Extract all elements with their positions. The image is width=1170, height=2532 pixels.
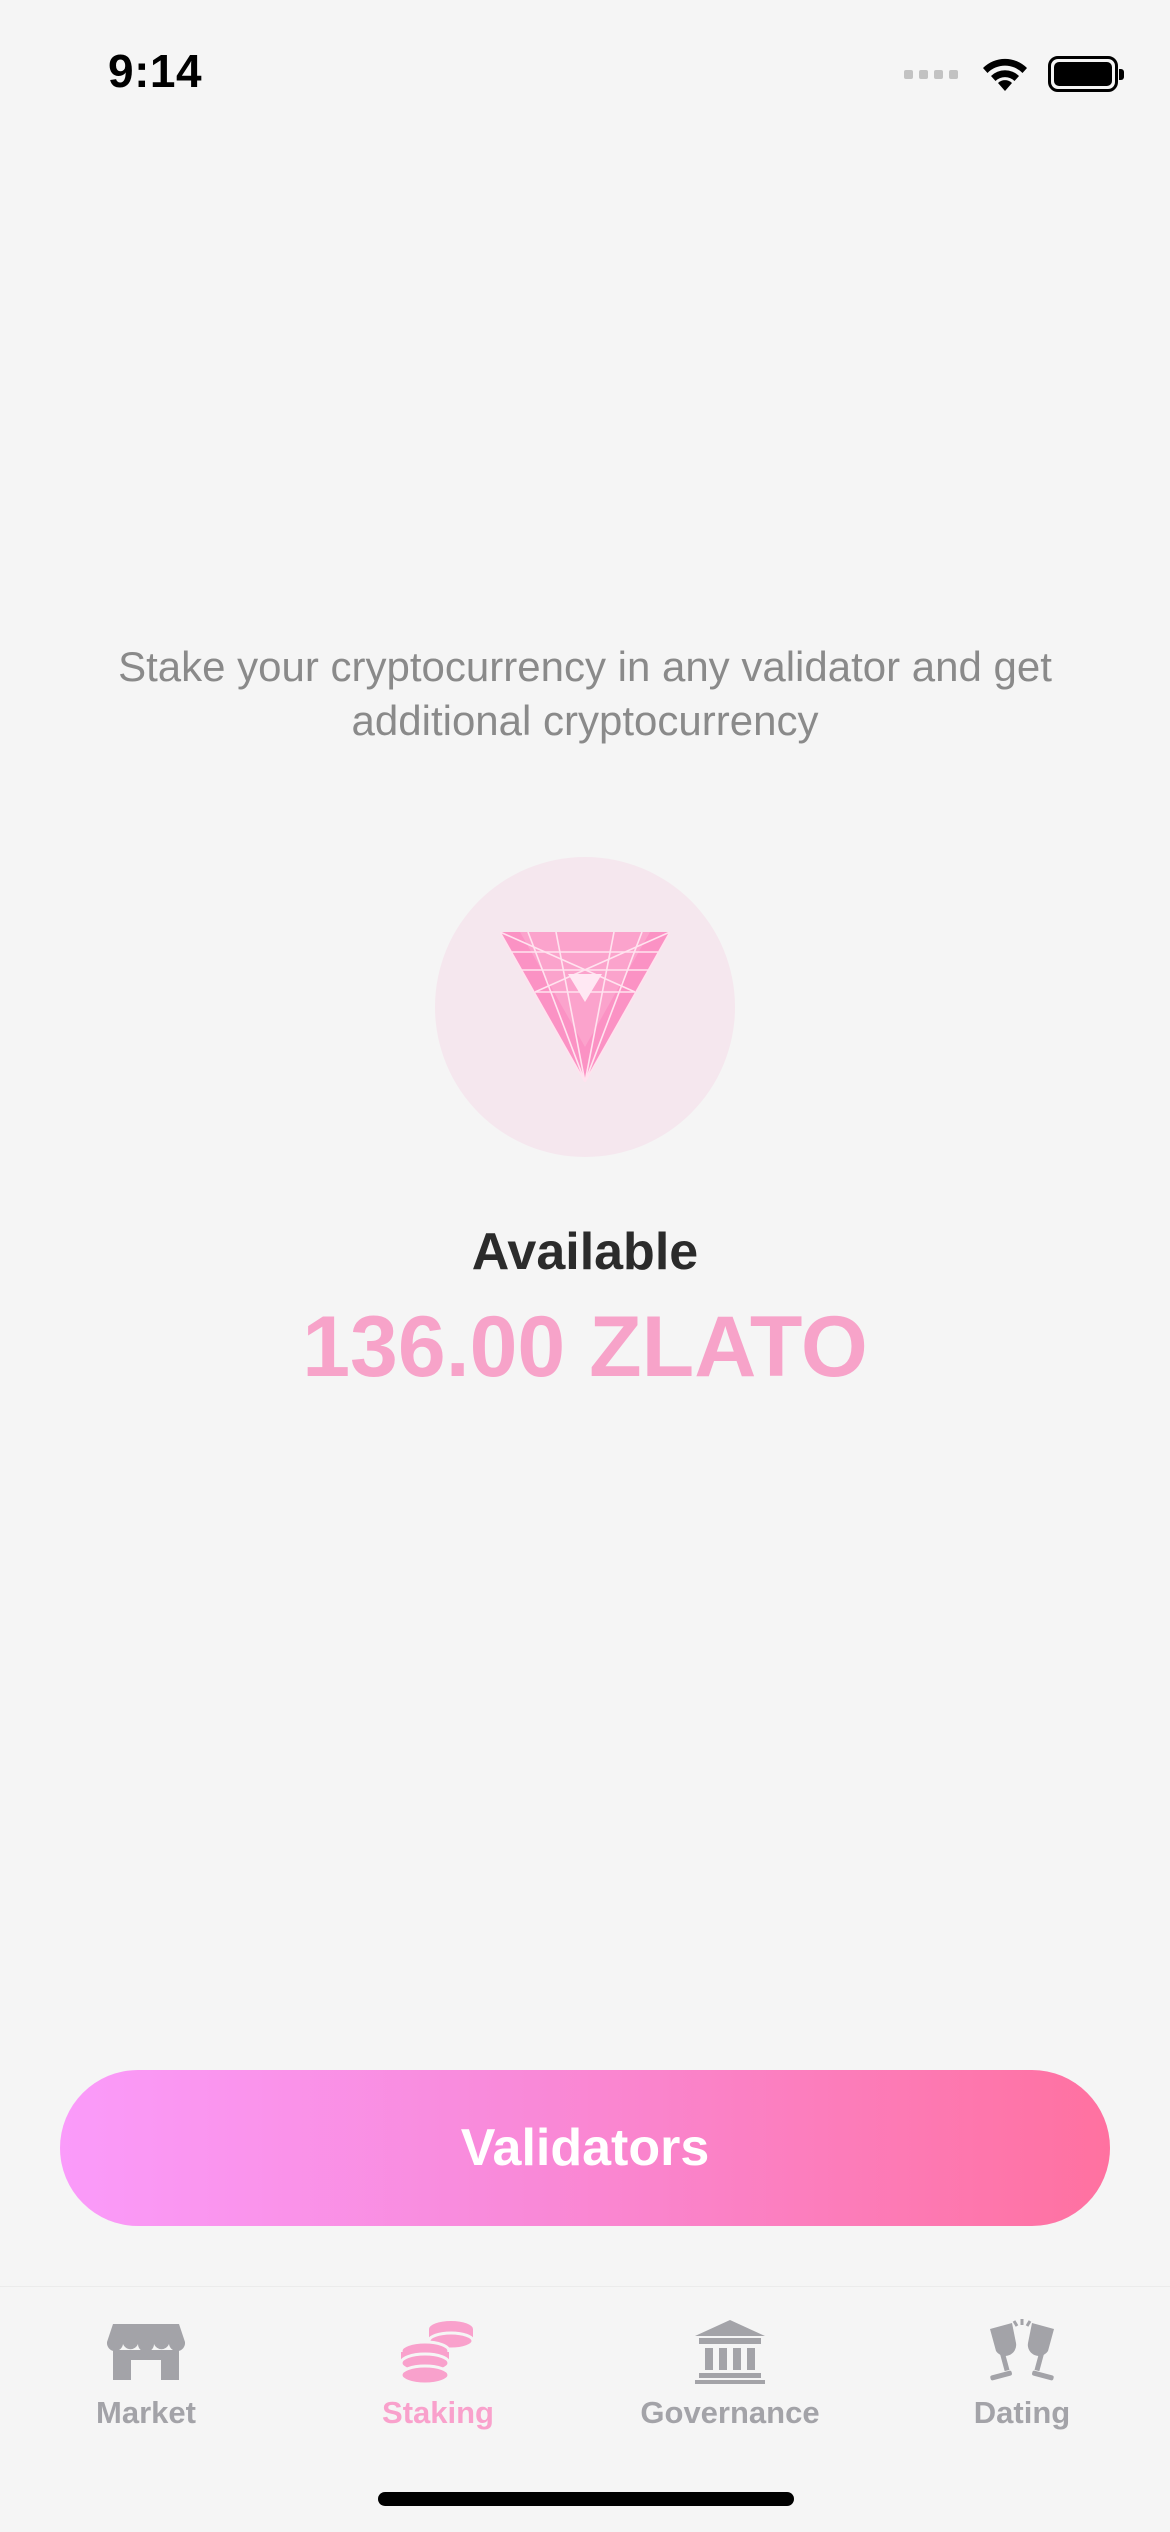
tab-dating-label: Dating: [973, 2395, 1071, 2430]
bank-icon: [695, 2320, 765, 2384]
tab-dating[interactable]: Dating: [876, 2317, 1168, 2447]
coin-logo-circle: [435, 857, 735, 1157]
tab-staking-label: Staking: [382, 2395, 494, 2430]
home-indicator[interactable]: [378, 2492, 794, 2506]
available-amount: 136.00 ZLATO: [302, 1299, 868, 1395]
status-icons: [904, 52, 1124, 96]
tab-market[interactable]: Market: [0, 2317, 292, 2447]
storefront-icon: [107, 2324, 185, 2380]
battery-icon: [1048, 56, 1124, 92]
zlato-logo-icon: [500, 932, 670, 1082]
wifi-icon: [983, 58, 1027, 91]
tab-staking[interactable]: Staking: [292, 2317, 584, 2447]
staking-intro-text: Stake your cryptocurrency in any validat…: [118, 643, 1052, 744]
available-label: Available: [471, 1223, 699, 1281]
tab-market-label: Market: [96, 2395, 196, 2430]
status-time: 9:14: [108, 45, 203, 97]
validators-button[interactable]: Validators: [60, 2070, 1110, 2226]
tab-governance-label: Governance: [640, 2395, 820, 2430]
glasses-toast-icon: [990, 2319, 1054, 2381]
tab-governance[interactable]: Governance: [584, 2317, 876, 2447]
signal-icon: [904, 69, 958, 79]
coins-icon: [399, 2321, 475, 2385]
staking-screen: 9:14 Stake your cryptocurrency in any va…: [0, 0, 1170, 2532]
